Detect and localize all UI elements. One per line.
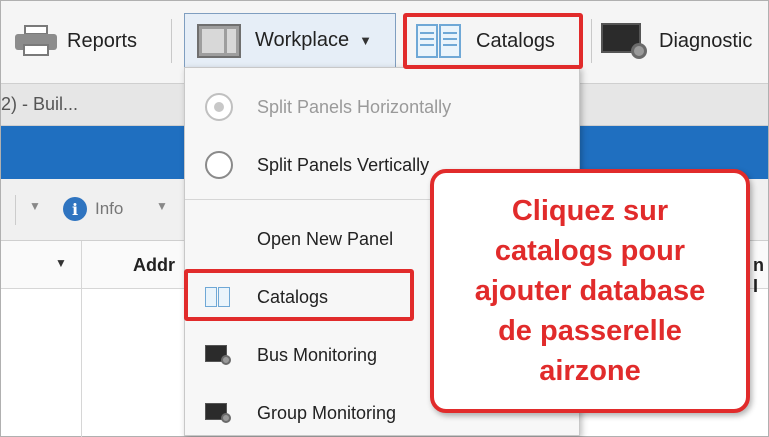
menu-item-label: Split Panels Horizontally [257,96,452,117]
column-header-right[interactable]: n I [753,255,768,297]
toolbar-divider [591,19,592,63]
callout-line: catalogs pour [494,235,686,267]
toolbar-divider [15,195,16,225]
radio-icon [205,151,233,179]
info-label: Info [95,199,124,218]
reports-label: Reports [67,29,138,52]
monitor-icon [205,403,231,423]
monitor-icon [205,345,231,365]
document-tab[interactable]: 2) - Buil... [1,94,78,115]
chevron-down-icon: ▼ [359,33,372,48]
menu-item-label: Group Monitoring [257,402,397,423]
column-header-address[interactable]: Addr [133,255,175,276]
chevron-down-icon[interactable]: ▼ [55,256,67,270]
workplace-layout-icon [197,23,241,58]
diagnostics-button[interactable]: Diagnostic [601,15,752,67]
info-icon: i [63,197,87,221]
toolbar-divider [171,19,172,63]
instruction-callout: Cliquez sur catalogs pour ajouter databa… [430,169,750,413]
workplace-label: Workplace [255,29,350,51]
menu-item-label: Open New Panel [257,228,394,249]
workplace-button[interactable]: Workplace ▼ [184,13,396,68]
menu-item-label: Bus Monitoring [257,344,378,365]
callout-line: Cliquez sur [511,195,669,227]
menu-item-label: Split Panels Vertically [257,154,430,175]
catalogs-button-highlight [403,13,583,69]
radio-icon [205,93,233,121]
column-divider [81,241,82,437]
callout-line: de passerelle [498,315,682,347]
chevron-down-icon[interactable]: ▼ [29,199,41,213]
callout-line: ajouter database [474,275,706,307]
callout-line: airzone [539,355,641,387]
printer-icon [15,25,57,57]
callout-text: Cliquez sur catalogs pour ajouter databa… [440,191,740,391]
tree-pane [1,289,81,436]
catalogs-menu-item-highlight [184,269,414,321]
diagnostics-monitor-icon [601,23,647,59]
info-button[interactable]: i Info [63,197,123,221]
reports-button[interactable]: Reports [15,15,137,67]
menu-item-split-horizontal[interactable]: Split Panels Horizontally [185,82,579,132]
diagnostics-label: Diagnostic [659,29,753,52]
chevron-down-icon[interactable]: ▼ [156,199,168,213]
